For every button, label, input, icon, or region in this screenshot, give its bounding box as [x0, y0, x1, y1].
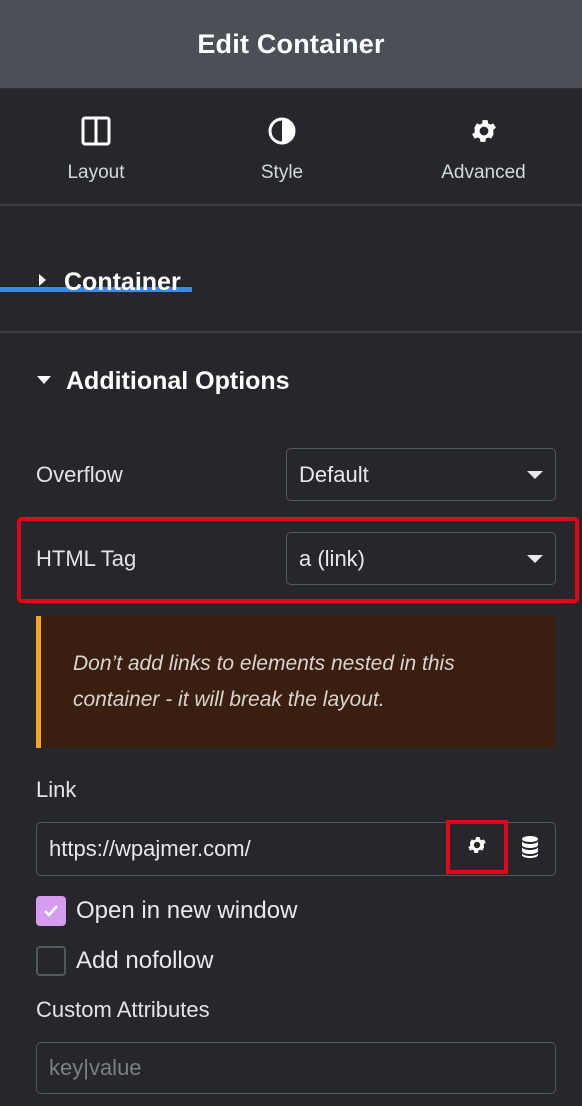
open-new-window-checkbox[interactable]: [36, 896, 66, 926]
gear-icon: [469, 116, 499, 146]
section-container-toggle[interactable]: Container: [36, 268, 181, 297]
html-tag-label: HTML Tag: [36, 546, 137, 571]
nofollow-label: Add nofollow: [76, 947, 214, 974]
link-value: https://wpajmer.com/: [49, 836, 251, 861]
overflow-value: Default: [299, 461, 369, 487]
nofollow-checkbox[interactable]: [36, 946, 66, 976]
chevron-down-icon: [527, 555, 543, 563]
open-new-window-label: Open in new window: [76, 897, 298, 924]
overflow-label: Overflow: [36, 462, 123, 487]
caret-right-icon: [36, 273, 48, 292]
section-title: Container: [64, 268, 181, 296]
nofollow-option[interactable]: Add nofollow: [36, 946, 213, 976]
tab-label: Style: [260, 162, 304, 183]
tab-bar: Layout Style Advanced: [0, 89, 582, 292]
link-label: Link: [36, 777, 77, 802]
link-options-button[interactable]: [446, 820, 508, 874]
tab-style[interactable]: Style: [192, 89, 372, 204]
custom-attributes-input[interactable]: [36, 1042, 556, 1094]
warning-notice: Don’t add links to elements nested in th…: [36, 616, 556, 748]
panel-header: Edit Container: [0, 0, 582, 89]
notice-text: Don’t add links to elements nested in th…: [73, 652, 455, 711]
section-title: Additional Options: [66, 367, 290, 395]
tab-label: Advanced: [441, 162, 526, 183]
tab-advanced[interactable]: Advanced: [385, 89, 582, 204]
custom-attributes-label: Custom Attributes: [36, 997, 210, 1022]
section-additional-toggle[interactable]: Additional Options: [36, 367, 290, 396]
dynamic-tags-button[interactable]: [510, 826, 550, 872]
section-container: Container: [0, 206, 582, 333]
open-new-window-option[interactable]: Open in new window: [36, 896, 297, 926]
checkmark-icon: [44, 905, 58, 917]
overflow-select[interactable]: Default: [286, 448, 556, 501]
gear-icon: [466, 834, 488, 861]
tab-label: Layout: [67, 162, 125, 183]
caret-down-icon: [36, 373, 52, 391]
contrast-icon: [267, 116, 297, 146]
html-tag-select[interactable]: a (link): [286, 532, 556, 585]
columns-icon: [81, 116, 111, 146]
tab-layout[interactable]: Layout: [0, 89, 192, 204]
panel-title: Edit Container: [197, 28, 385, 59]
html-tag-value: a (link): [299, 545, 366, 571]
database-icon: [520, 835, 540, 864]
chevron-down-icon: [527, 471, 543, 479]
